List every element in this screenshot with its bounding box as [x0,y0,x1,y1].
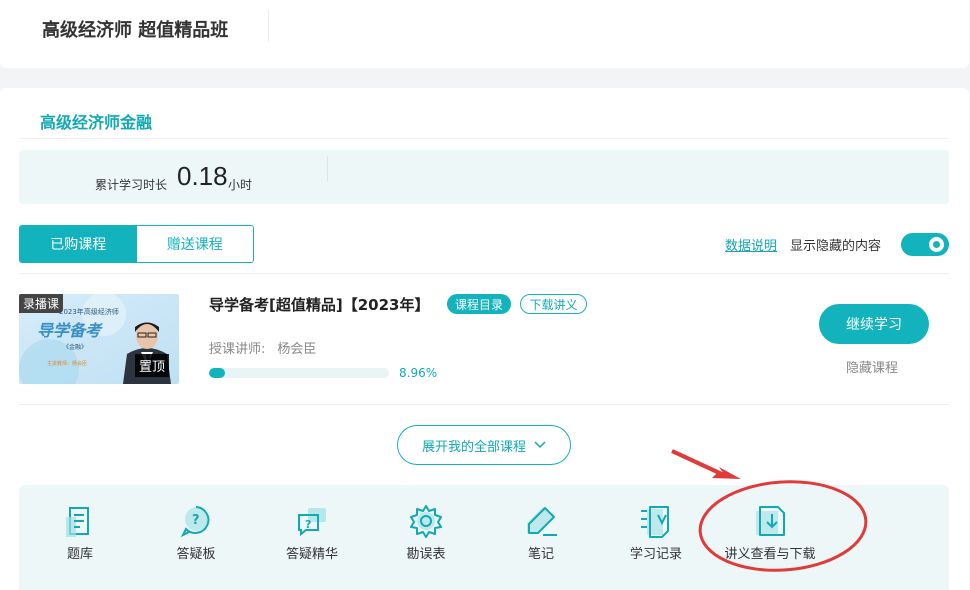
tool-qa-board[interactable]: ? 答疑板 [141,503,251,562]
handout-download-icon [756,506,785,536]
divider [19,404,949,405]
course-catalog-button[interactable]: 课程目录 [447,294,511,314]
toggle-knob [929,237,944,252]
tool-label: 笔记 [527,547,554,562]
tool-errata[interactable]: 勘误表 [371,503,481,562]
data-note-link[interactable]: 数据说明 [725,235,777,254]
study-time-unit: 小时 [228,178,253,192]
divider [268,10,269,42]
subject-title: 高级经济师金融 [40,113,153,132]
gear-icon [410,505,442,538]
tool-label: 勘误表 [406,547,446,562]
progress-percent: 8.96% [399,366,438,380]
chevron-down-icon [534,441,546,449]
study-time-value: 0.18 [177,161,228,191]
continue-learning-button[interactable]: 继续学习 [819,304,929,344]
tool-label: 学习记录 [629,547,682,562]
svg-text:?: ? [192,513,200,528]
divider [19,138,949,139]
tool-label: 题库 [66,547,93,562]
expand-label: 展开我的全部课程 [421,439,526,455]
pen-note-icon [527,507,557,536]
tool-label: 答疑精华 [285,547,338,562]
teacher-label: 授课讲师: [209,342,266,357]
show-hidden-label: 显示隐藏的内容 [790,239,882,254]
tools-panel: 题库 ? 答疑板 ? 答疑精华 勘误表 笔记 学习记录 讲义查看与下载 [19,485,949,590]
main-panel: 高级经济师金融 累计学习时长 0.18 小时 已购课程 赠送课程 数据说明 显示… [0,88,969,590]
tab-gifted[interactable]: 赠送课程 [136,226,253,262]
study-time-label: 累计学习时长 [95,178,168,192]
course-tabs: 已购课程 赠送课程 [19,225,254,263]
header-card: 高级经济师 超值精品班 [0,0,969,68]
thumb-headline: 导学备考 [37,321,102,340]
tool-label: 讲义查看与下载 [724,547,816,562]
tool-question-bank[interactable]: 题库 [25,503,135,562]
divider [327,156,328,182]
svg-text:?: ? [305,518,311,531]
study-record-icon [641,506,669,538]
tool-handout-download[interactable]: 讲义查看与下载 [715,503,825,562]
thumb-teacher: 主讲教师：杨会臣 [47,361,88,367]
tool-qa-highlights[interactable]: ? 答疑精华 [257,503,367,562]
thumb-caption: 2023年高级经济师 [59,308,119,316]
divider [19,273,949,274]
study-time-panel: 累计学习时长 0.18 小时 [19,150,949,204]
tool-label: 答疑板 [176,547,216,562]
course-thumbnail[interactable]: 2023年高级经济师 导学备考 《金融》 主讲教师：杨会臣 录播课 置顶 [19,294,179,384]
thumb-subject: 《金融》 [63,344,88,351]
show-hidden-toggle[interactable] [901,233,949,256]
hide-course-link[interactable]: 隐藏课程 [846,357,898,376]
progress-bar [209,368,389,378]
tab-purchased[interactable]: 已购课程 [20,226,137,262]
question-bank-icon [66,507,89,537]
course-title[interactable]: 导学备考[超值精品]【2023年】 [209,294,429,315]
qa-highlights-icon: ? [298,508,326,537]
qa-board-icon: ? [180,506,210,538]
progress-fill [209,368,226,378]
teacher-info: 授课讲师: 杨会臣 [209,338,316,357]
tool-notes[interactable]: 笔记 [486,503,596,562]
pin-badge[interactable]: 置顶 [135,354,170,377]
expand-courses-button[interactable]: 展开我的全部课程 [397,425,571,465]
page-title: 高级经济师 超值精品班 [42,20,229,41]
recorded-badge: 录播课 [19,294,64,313]
download-handout-button[interactable]: 下载讲义 [520,294,587,314]
tool-study-record[interactable]: 学习记录 [601,503,711,562]
teacher-name: 杨会臣 [277,342,317,357]
